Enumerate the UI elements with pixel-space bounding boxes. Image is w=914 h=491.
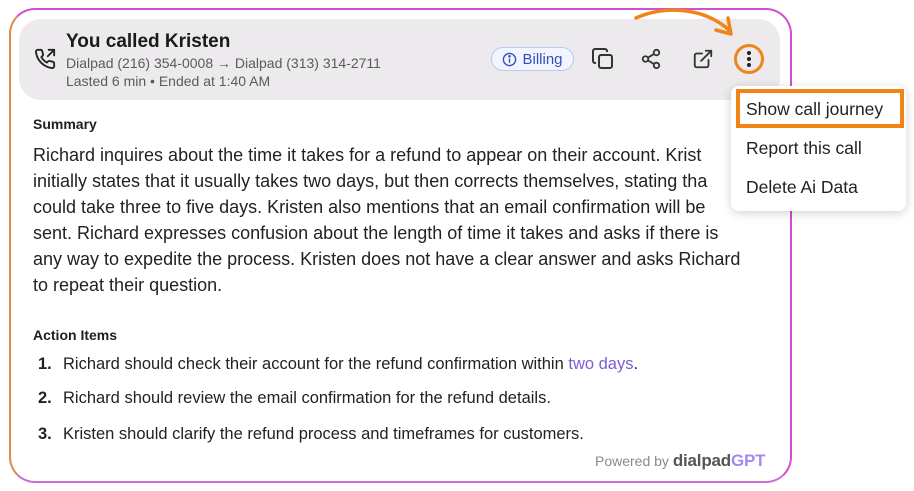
- summary-line: sent. Richard expresses confusion about …: [33, 223, 719, 243]
- share-icon: [641, 48, 661, 70]
- call-route: Dialpad (216) 354-0008 → Dialpad (313) 3…: [66, 55, 381, 71]
- call-title: You called Kristen: [66, 31, 231, 52]
- highlight-link[interactable]: two days: [568, 355, 633, 373]
- summary-line: to repeat their question.: [33, 275, 223, 295]
- more-vertical-icon: [747, 51, 751, 67]
- summary-line: initially states that it usually takes t…: [33, 171, 708, 191]
- billing-badge[interactable]: Billing: [491, 47, 574, 71]
- pointer-arrow-icon: [634, 8, 733, 36]
- action-items-heading: Action Items: [33, 327, 118, 343]
- powered-by: Powered by dialpadGPT: [595, 451, 766, 470]
- copy-button[interactable]: [590, 46, 616, 72]
- action-item: 3. Kristen should clarify the refund proc…: [38, 425, 584, 443]
- external-link-icon: [693, 49, 713, 69]
- summary-text: Richard inquires about the time it takes…: [33, 142, 763, 298]
- menu-highlight-box: [736, 89, 904, 128]
- menu-item-report-call[interactable]: Report this call: [746, 138, 862, 159]
- action-item: 2. Richard should review the email confir…: [38, 389, 551, 407]
- copy-icon: [592, 48, 613, 69]
- info-icon: [503, 52, 517, 66]
- action-item: 1. Richard should check their account for…: [38, 355, 639, 373]
- more-options-button[interactable]: [734, 44, 764, 74]
- open-external-button[interactable]: [690, 46, 716, 72]
- summary-line: any way to expedite the process. Kristen…: [33, 249, 741, 269]
- call-meta: Lasted 6 min • Ended at 1:40 AM: [66, 73, 271, 89]
- menu-item-delete-ai-data[interactable]: Delete Ai Data: [746, 177, 858, 198]
- share-button[interactable]: [638, 46, 664, 72]
- summary-heading: Summary: [33, 116, 97, 132]
- summary-line: could take three to five days. Kristen a…: [33, 197, 706, 217]
- phone-outgoing-icon: [35, 48, 56, 69]
- dialpadgpt-logo: dialpadGPT: [672, 451, 766, 470]
- billing-badge-label: Billing: [522, 50, 563, 68]
- summary-line: Richard inquires about the time it takes…: [33, 145, 702, 165]
